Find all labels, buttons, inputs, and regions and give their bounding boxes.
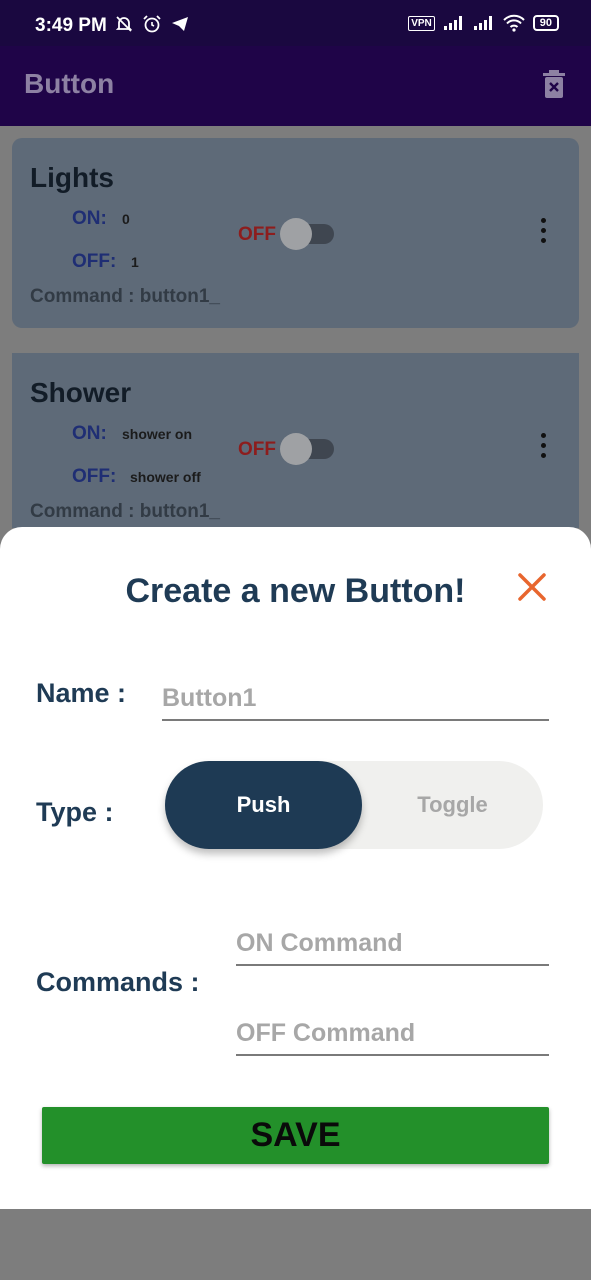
off-label: OFF: [72, 251, 117, 272]
on-label: ON: [72, 208, 107, 229]
page-title: Button [24, 68, 115, 99]
state-label: OFF [238, 224, 276, 245]
close-icon[interactable] [516, 571, 548, 603]
vpn-badge: VPN [408, 15, 435, 31]
name-placeholder: Button1 [162, 684, 257, 712]
bell-off-icon [114, 14, 134, 34]
off-label: OFF: [72, 466, 117, 487]
telegram-icon [170, 14, 190, 34]
button-list: Lights ON: 0 OFF: 1 Command : button1_ O… [0, 126, 591, 528]
button-card[interactable]: Shower ON: shower on OFF: shower off Com… [12, 353, 579, 528]
card-title: Lights [30, 162, 114, 193]
name-field[interactable]: Button1 [162, 681, 549, 721]
state-label: OFF [238, 439, 276, 460]
on-value: 0 [122, 211, 130, 227]
card-title: Shower [30, 377, 132, 408]
on-value: shower on [122, 426, 193, 442]
signal-icon [443, 16, 462, 30]
button-card[interactable]: Lights ON: 0 OFF: 1 Command : button1_ O… [12, 138, 579, 328]
app-bar: Button [0, 46, 591, 126]
switch-knob[interactable] [280, 218, 312, 250]
on-command-field[interactable]: ON Command [236, 926, 549, 966]
navigation-bar [0, 1209, 591, 1280]
off-value: 1 [131, 254, 139, 270]
on-label: ON: [72, 423, 107, 444]
type-label: Type : [36, 797, 114, 827]
more-options-icon[interactable] [539, 218, 547, 250]
name-label: Name : [36, 678, 127, 708]
type-selector[interactable]: Push Toggle [165, 761, 543, 849]
card-command: Command : button1_ [30, 501, 220, 522]
wifi-icon [503, 14, 525, 32]
off-command-placeholder: OFF Command [236, 1019, 416, 1047]
signal-icon [473, 16, 492, 30]
save-button[interactable]: SAVE [42, 1107, 549, 1164]
switch-knob[interactable] [280, 433, 312, 465]
status-icons-right: VPN 90 [408, 14, 559, 32]
trash-icon[interactable] [543, 70, 565, 98]
alarm-icon [142, 14, 162, 34]
status-time: 3:49 PM [35, 15, 107, 36]
create-button-sheet: Create a new Button! Name : Button1 Type… [0, 527, 591, 1209]
on-command-placeholder: ON Command [236, 929, 403, 957]
sheet-heading: Create a new Button! [125, 572, 466, 610]
status-bar: 3:49 PM VPN 90 [0, 0, 591, 46]
battery-icon: 90 [532, 15, 559, 31]
more-options-icon[interactable] [539, 433, 547, 465]
off-command-field[interactable]: OFF Command [236, 1016, 549, 1056]
off-value: shower off [130, 469, 201, 485]
type-option-push[interactable]: Push [165, 761, 362, 849]
type-option-toggle[interactable]: Toggle [362, 761, 543, 849]
card-command: Command : button1_ [30, 286, 220, 307]
commands-label: Commands : [36, 967, 200, 997]
status-icons-left [114, 14, 190, 34]
